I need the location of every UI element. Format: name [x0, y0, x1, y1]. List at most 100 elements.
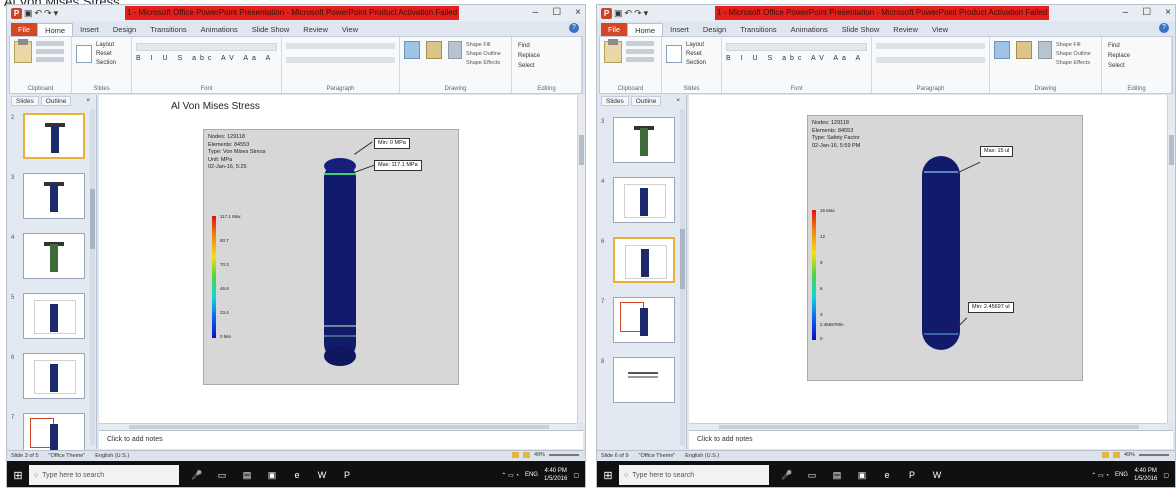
list-buttons[interactable] [286, 43, 395, 49]
tab-home[interactable]: Home [627, 23, 664, 36]
slide-thumbnail[interactable]: 4 [9, 233, 97, 283]
slide-thumbnail[interactable]: 6 [599, 237, 687, 287]
select-button[interactable]: Select [518, 61, 540, 71]
quick-styles-icon[interactable] [1038, 41, 1052, 59]
customize-qat-icon[interactable]: ▾ [54, 7, 59, 19]
microphone-icon[interactable]: 🎤 [781, 469, 793, 481]
pane-tab-outline[interactable]: Outline [630, 96, 662, 106]
tab-animations[interactable]: Animations [194, 23, 245, 36]
slide-thumbnail[interactable]: 8 [599, 357, 687, 407]
edge-icon[interactable]: e [881, 469, 893, 481]
copy-icon[interactable] [626, 49, 654, 54]
slide-thumbnail[interactable]: 2 [9, 113, 97, 163]
vertical-scrollbar[interactable] [577, 95, 585, 423]
zoom-level[interactable]: 49% [534, 452, 545, 458]
minimize-button[interactable]: – [533, 5, 539, 21]
slide-thumbnail[interactable]: 7 [599, 297, 687, 347]
cut-icon[interactable] [626, 41, 654, 46]
file-explorer-icon[interactable]: ▤ [831, 469, 843, 481]
shapes-icon[interactable] [404, 41, 420, 59]
font-format-buttons[interactable]: B I U S abc AV Aa A [136, 55, 277, 62]
language-indicator[interactable]: English (U.S.) [95, 453, 129, 459]
replace-button[interactable]: Replace [518, 51, 540, 61]
slide-thumbnail[interactable]: 6 [9, 353, 97, 403]
close-button[interactable]: × [1165, 5, 1171, 21]
tab-transitions[interactable]: Transitions [733, 23, 783, 36]
close-pane-icon[interactable]: × [82, 96, 94, 106]
font-name-box[interactable] [726, 43, 867, 51]
shape-fill-button[interactable]: Shape Fill [1056, 41, 1091, 50]
list-buttons[interactable] [876, 43, 985, 49]
format-painter-icon[interactable] [626, 57, 654, 62]
tab-file[interactable]: File [11, 23, 38, 36]
layout-button[interactable]: Layout [96, 41, 116, 50]
tab-transitions[interactable]: Transitions [143, 23, 193, 36]
normal-view-icon[interactable] [511, 452, 519, 458]
arrange-icon[interactable] [426, 41, 442, 59]
undo-icon[interactable]: ↶ [35, 7, 43, 19]
close-button[interactable]: × [575, 5, 581, 21]
powerpoint-taskbar-icon[interactable]: P [341, 469, 353, 481]
windows-start-icon[interactable]: ⊞ [7, 461, 29, 487]
word-icon[interactable]: W [931, 469, 943, 481]
horizontal-scrollbar[interactable] [689, 423, 1167, 430]
edge-icon[interactable]: e [291, 469, 303, 481]
notes-pane[interactable]: Click to add notes [99, 430, 583, 449]
shape-outline-button[interactable]: Shape Outline [466, 50, 501, 59]
fea-result-image[interactable]: Nodes: 129118 Elements: 84553 Type: Von … [203, 129, 459, 385]
redo-icon[interactable]: ↷ [634, 7, 642, 19]
store-icon[interactable]: ▣ [856, 469, 868, 481]
font-name-box[interactable] [136, 43, 277, 51]
tab-review[interactable]: Review [296, 23, 335, 36]
slide-sorter-icon[interactable] [522, 452, 530, 458]
paste-icon[interactable] [14, 39, 32, 63]
slide-sorter-icon[interactable] [1112, 452, 1120, 458]
tab-insert[interactable]: Insert [663, 23, 696, 36]
tab-review[interactable]: Review [886, 23, 925, 36]
language-indicator[interactable]: English (U.S.) [685, 453, 719, 459]
section-button[interactable]: Section [96, 59, 116, 68]
zoom-level[interactable]: 49% [1124, 452, 1135, 458]
align-buttons[interactable] [286, 57, 395, 63]
task-view-icon[interactable]: ▭ [806, 469, 818, 481]
section-button[interactable]: Section [686, 59, 706, 68]
shapes-icon[interactable] [994, 41, 1010, 59]
maximize-button[interactable]: ☐ [1142, 5, 1151, 21]
slide-thumbnail[interactable]: 4 [599, 177, 687, 227]
shape-effects-button[interactable]: Shape Effects [466, 59, 501, 68]
reset-button[interactable]: Reset [96, 50, 116, 59]
taskbar-search-box[interactable]: ○ Type here to search [619, 465, 769, 485]
notifications-icon[interactable]: ▢ [573, 472, 579, 479]
slide-title[interactable]: Al Von Mises Stress [171, 101, 260, 112]
tab-slide-show[interactable]: Slide Show [835, 23, 887, 36]
pane-tab-slides[interactable]: Slides [11, 96, 39, 106]
layout-button[interactable]: Layout [686, 41, 706, 50]
tray-icons[interactable]: ⌃ ▭ ◔ [501, 472, 519, 479]
cut-icon[interactable] [36, 41, 64, 46]
shape-outline-button[interactable]: Shape Outline [1056, 50, 1091, 59]
fea-result-image[interactable]: Nodes: 129118 Elements: 84553 Type: Safe… [807, 115, 1083, 381]
tab-insert[interactable]: Insert [73, 23, 106, 36]
tray-icons[interactable]: ⌃ ▭ ◔ [1091, 472, 1109, 479]
shape-fill-button[interactable]: Shape Fill [466, 41, 501, 50]
tab-home[interactable]: Home [37, 23, 74, 36]
task-view-icon[interactable]: ▭ [216, 469, 228, 481]
clock[interactable]: 4:40 PM 1/5/2016 [544, 467, 567, 483]
help-icon[interactable]: ? [1159, 23, 1169, 33]
word-icon[interactable]: W [316, 469, 328, 481]
save-icon[interactable]: ▣ [614, 7, 623, 19]
tab-animations[interactable]: Animations [784, 23, 835, 36]
replace-button[interactable]: Replace [1108, 51, 1130, 61]
align-buttons[interactable] [876, 57, 985, 63]
tab-view[interactable]: View [925, 23, 955, 36]
tab-slide-show[interactable]: Slide Show [245, 23, 297, 36]
tab-file[interactable]: File [601, 23, 628, 36]
tab-view[interactable]: View [335, 23, 365, 36]
font-format-buttons[interactable]: B I U S abc AV Aa A [726, 55, 867, 62]
help-icon[interactable]: ? [569, 23, 579, 33]
pane-tab-outline[interactable]: Outline [40, 96, 72, 106]
file-explorer-icon[interactable]: ▤ [241, 469, 253, 481]
slide-thumbnail[interactable]: 3 [9, 173, 97, 223]
format-painter-icon[interactable] [36, 57, 64, 62]
notes-pane[interactable]: Click to add notes [689, 430, 1173, 449]
